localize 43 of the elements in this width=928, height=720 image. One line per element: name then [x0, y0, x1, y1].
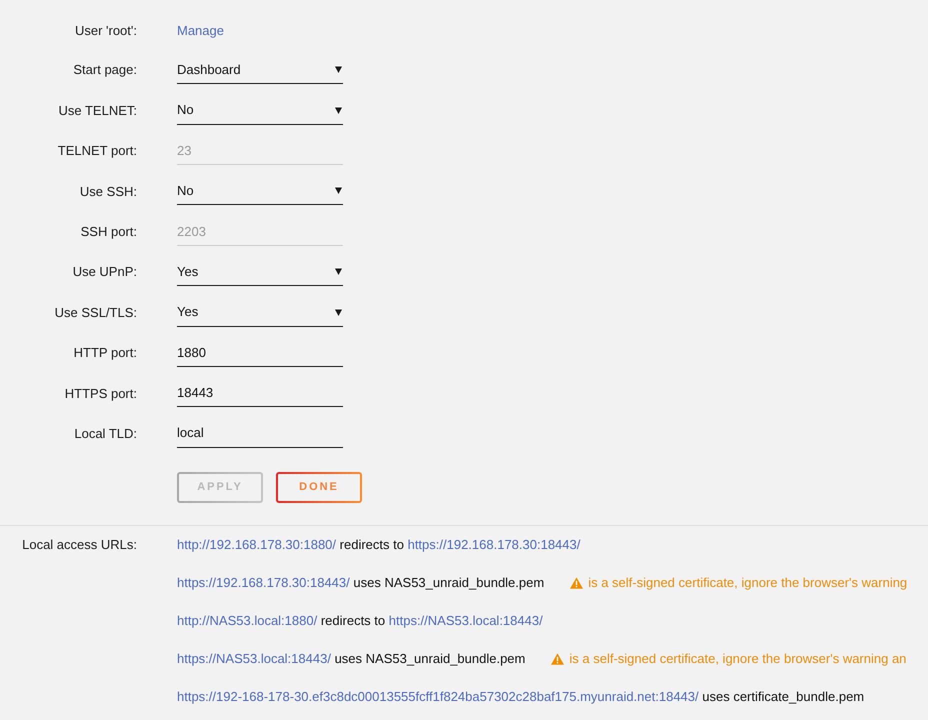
warning-icon: [551, 652, 564, 665]
url-link[interactable]: https://192.168.178.30:18443/: [177, 575, 350, 590]
caret-icon: [335, 106, 342, 114]
caret-icon: [335, 268, 342, 276]
setting-label: TELNET port:: [56, 142, 137, 160]
setting-label: HTTPS port:: [64, 384, 137, 403]
setting-label: HTTP port:: [72, 344, 137, 362]
section-label: Local access URLs:: [22, 536, 137, 554]
url-link[interactable]: https://192.168.178.30:18443/: [408, 537, 580, 552]
url-sentence: https://NAS53.local:18443/ uses NAS53_unraid_bundle.pem: [177, 650, 526, 668]
setting-label: Use UPnP:: [72, 263, 137, 282]
url-sentence: https://192.168.178.30:18443/ uses NAS53_unraid_bundle.pem: [177, 574, 544, 592]
url-link[interactable]: http://192.168.178.30:1880/: [177, 537, 336, 552]
setting-label: Use TELNET:: [57, 102, 137, 120]
dropdown-field[interactable]: No: [177, 177, 343, 206]
manage-link[interactable]: Manage: [177, 21, 224, 41]
setting-label: Use SSL/TLS:: [54, 304, 137, 322]
input-field[interactable]: 18443: [177, 379, 343, 408]
caret-icon: [335, 187, 342, 194]
warning-icon: [570, 576, 584, 589]
url-link[interactable]: https://192-168-178-30.ef3c8dc00013555fcff1f824ba57302c28baf175.myunraid.net:18443/: [177, 689, 699, 704]
url-link[interactable]: https://NAS53.local:18443/: [177, 651, 331, 666]
url-link[interactable]: http://NAS53.local:1880/: [177, 613, 318, 628]
url-sentence: https://192-168-178-30.ef3c8dc00013555fcff1f824ba57302c28baf175.myunraid.net:18443/ uses certificate_bundle.pem: [177, 688, 864, 706]
setting-label: SSH port:: [80, 223, 137, 241]
dropdown-field[interactable]: Dashboard: [177, 56, 343, 84]
done-button[interactable]: DONE: [276, 472, 362, 503]
setting-label: Use SSH:: [78, 182, 137, 201]
url-sentence: http://NAS53.local:1880/ redirects to https://NAS53.local:18443/: [177, 612, 543, 630]
warning-text: is a self-signed certificate, ignore the browser's warning: [588, 574, 908, 592]
setting-label: Start page:: [72, 61, 137, 80]
url-sentence: http://192.168.178.30:1880/ redirects to https://192.168.178.30:18443/: [177, 536, 580, 554]
dropdown-field[interactable]: Yes: [177, 258, 343, 286]
warning-text: is a self-signed certificate, ignore the browser's warning an: [569, 650, 906, 668]
setting-label: User 'root':: [74, 22, 137, 40]
dropdown-field[interactable]: No: [177, 96, 343, 125]
caret-icon: [335, 66, 342, 74]
caret-icon: [335, 308, 342, 316]
url-link[interactable]: https://NAS53.local:18443/: [388, 613, 543, 628]
input-field[interactable]: 1880: [177, 338, 343, 367]
setting-label: Local TLD:: [73, 424, 137, 443]
input-field[interactable]: local: [177, 420, 343, 448]
dropdown-field[interactable]: Yes: [177, 298, 343, 327]
